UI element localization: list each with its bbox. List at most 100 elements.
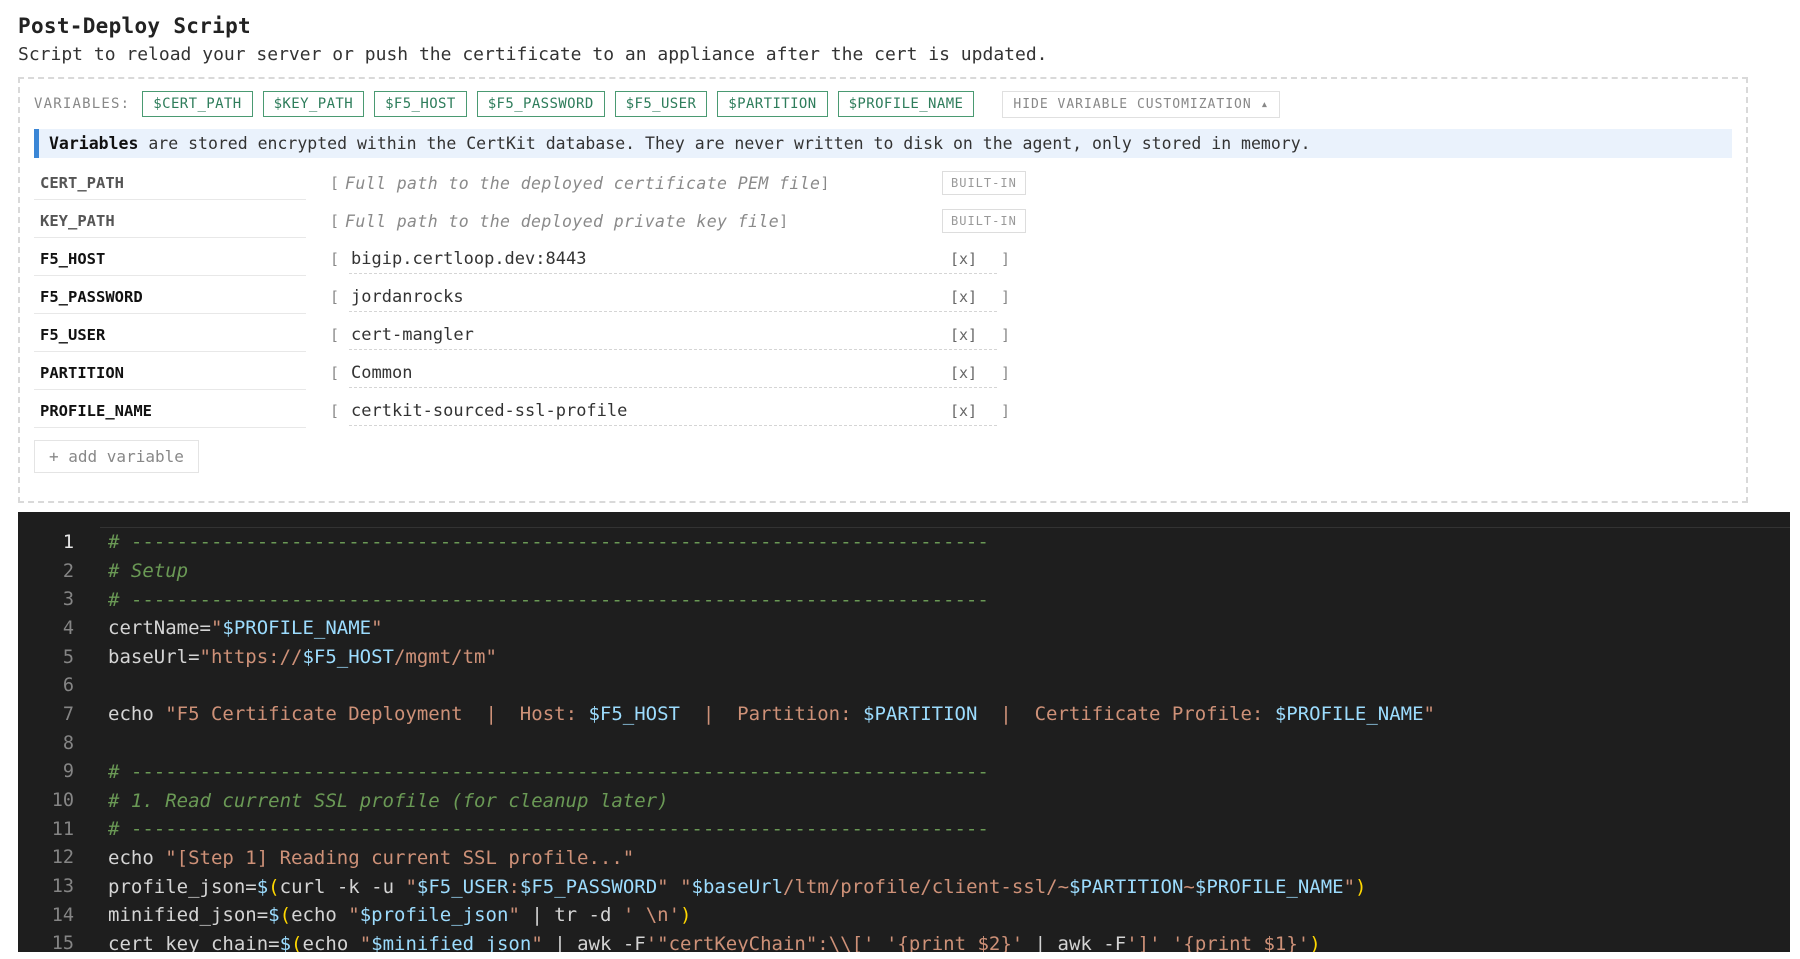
page-subtitle: Script to reload your server or push the… [18,44,1048,65]
line-number: 8 [62,732,74,754]
code-line: 5 baseUrl="https://$F5_HOST/mgmt/tm" [18,643,1435,672]
code-line: 13 profile_json=$(curl -k -u "$F5_USER:$F… [18,872,1435,901]
variable-chip-f5-password[interactable]: $F5_PASSWORD [476,91,605,117]
variable-chip-f5-host[interactable]: $F5_HOST [374,91,467,117]
line-number: 4 [62,617,74,639]
code-line: 4 certName="$PROFILE_NAME" [18,614,1435,643]
bracket-open: [ [330,288,340,306]
remove-variable-button[interactable]: [x] [950,402,977,420]
variable-name: F5_HOST [34,243,306,276]
bracket-open: [ [330,326,340,344]
code-line: 7 echo "F5 Certificate Deployment | Host:… [18,700,1435,729]
code-line: 8 [18,729,1435,758]
variable-value: [ ] [330,244,1010,274]
remove-variable-button[interactable]: [x] [950,250,977,268]
line-number: 14 [51,904,74,926]
encryption-notice: Variables are stored encrypted within th… [34,129,1732,158]
code-text: cert_key_chain=$(echo "$minified_json" |… [108,932,1321,952]
variables-label: VARIABLES: [34,96,131,112]
variable-placeholder: Full path to the deployed certificate PE… [345,173,821,193]
remove-variable-button[interactable]: [x] [950,326,977,344]
code-text: # --------------------------------------… [108,760,989,783]
code-text: echo "[Step 1] Reading current SSL profi… [108,846,635,869]
line-number: 10 [51,790,74,812]
variable-value: [ Full path to the deployed private key … [330,212,1010,231]
variable-row-partition: PARTITION [ ] [x] [34,354,1732,392]
code-text: # --------------------------------------… [108,818,989,841]
variable-name: KEY_PATH [34,205,306,238]
code-line: 2 # Setup [18,557,1435,586]
bracket-open: [ [330,174,340,192]
bracket-close: ] [1000,402,1010,420]
variable-value: [ Full path to the deployed certificate … [330,174,1010,193]
code-text: certName="$PROFILE_NAME" [108,617,383,640]
variable-name: F5_PASSWORD [34,281,306,314]
line-number: 7 [62,703,74,725]
code-line: 9 # -------------------------------------… [18,758,1435,787]
variable-value-input[interactable] [349,282,997,312]
line-number: 9 [62,761,74,783]
code-text: # 1. Read current SSL profile (for clean… [108,789,669,812]
code-line: 6 [18,671,1435,700]
variable-value-input[interactable] [349,320,997,350]
variables-panel: VARIABLES: $CERT_PATH $KEY_PATH $F5_HOST… [18,77,1748,503]
add-variable-button[interactable]: + add variable [34,440,199,473]
variable-row-f5-password: F5_PASSWORD [ ] [x] [34,278,1732,316]
line-number: 3 [62,589,74,611]
bracket-close: ] [1000,288,1010,306]
code-text: profile_json=$(curl -k -u "$F5_USER:$F5_… [108,875,1367,898]
bracket-close: ] [1000,364,1010,382]
variable-placeholder: Full path to the deployed private key fi… [345,211,780,231]
built-in-badge: BUILT-IN [942,209,1026,233]
bracket-open: [ [330,364,340,382]
code-text: # --------------------------------------… [108,531,989,554]
line-number: 2 [62,560,74,582]
code-line: 1 # -------------------------------------… [18,528,1435,557]
code-text: # Setup [108,560,189,583]
bracket-close: ] [1000,326,1010,344]
variable-chip-key-path[interactable]: $KEY_PATH [262,91,365,117]
variable-row-profile-name: PROFILE_NAME [ ] [x] [34,392,1732,430]
code-line: 10 # 1. Read current SSL profile (for cle… [18,786,1435,815]
line-number: 11 [51,818,74,840]
line-number: 15 [51,933,74,952]
variable-chip-profile-name[interactable]: $PROFILE_NAME [837,91,975,117]
code-line: 12 echo "[Step 1] Reading current SSL pro… [18,844,1435,873]
page-title: Post-Deploy Script [18,14,251,38]
code-lines: 1 # -------------------------------------… [18,528,1435,952]
variable-value: [ ] [330,282,1010,312]
variables-bar: VARIABLES: $CERT_PATH $KEY_PATH $F5_HOST… [34,89,1732,119]
bracket-open: [ [330,250,340,268]
variable-chip-cert-path[interactable]: $CERT_PATH [142,91,253,117]
remove-variable-button[interactable]: [x] [950,364,977,382]
notice-text: are stored encrypted within the CertKit … [138,134,1311,153]
bracket-open: [ [330,402,340,420]
variables-table: CERT_PATH [ Full path to the deployed ce… [34,164,1732,430]
remove-variable-button[interactable]: [x] [950,288,977,306]
code-line: 11 # ------------------------------------… [18,815,1435,844]
variable-value-input[interactable] [349,396,997,426]
editor-scrollbar[interactable] [1776,512,1790,952]
variable-value-input[interactable] [349,244,997,274]
code-text: baseUrl="https://$F5_HOST/mgmt/tm" [108,646,497,669]
variable-value: [ ] [330,396,1010,426]
notice-bold: Variables [49,134,139,153]
variable-value-input[interactable] [349,358,997,388]
variable-chip-partition[interactable]: $PARTITION [717,91,828,117]
line-number: 6 [62,675,74,697]
variable-name: CERT_PATH [34,167,306,200]
line-number: 13 [51,876,74,898]
code-editor[interactable]: 1 # -------------------------------------… [18,512,1790,952]
bracket-close: ] [1000,250,1010,268]
code-text: minified_json=$(echo "$profile_json" | t… [108,904,692,927]
code-line: 15 cert_key_chain=$(echo "$minified_json"… [18,930,1435,952]
hide-variable-customization-button[interactable]: HIDE VARIABLE CUSTOMIZATION ▴ [1002,90,1281,118]
line-number: 5 [62,646,74,668]
built-in-badge: BUILT-IN [942,171,1026,195]
bracket-open: [ [330,212,340,230]
bracket-close: ] [779,212,789,230]
variable-value: [ ] [330,320,1010,350]
variable-chip-f5-user[interactable]: $F5_USER [614,91,708,117]
variable-row-f5-user: F5_USER [ ] [x] [34,316,1732,354]
bracket-close: ] [820,174,830,192]
